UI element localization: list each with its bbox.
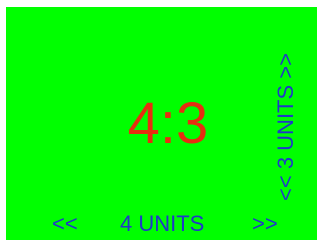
screenshot-frame: 4:3 << 4 UNITS >> << 3 UNITS >>: [0, 0, 322, 245]
four-units-label: 4 UNITS: [120, 211, 205, 236]
left-double-arrow: <<: [52, 211, 78, 236]
aspect-ratio-text: 4:3: [127, 91, 209, 156]
bottom-dimension-label: << 4 UNITS >>: [44, 210, 294, 238]
side-dimension-label: << 3 UNITS >>: [273, 53, 298, 201]
